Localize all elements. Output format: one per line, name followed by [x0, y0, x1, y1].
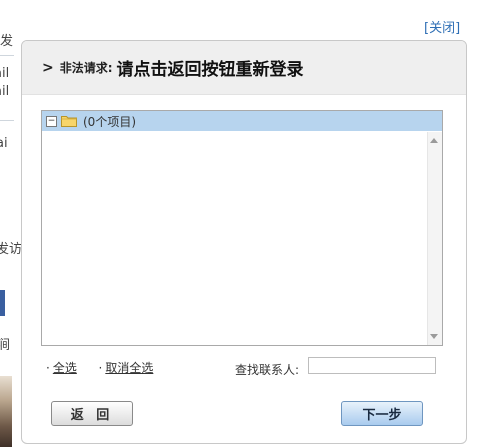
background-text-fragment: 涧 — [0, 338, 11, 353]
dialog-header: > 非法请求: 请点击返回按钮重新登录 — [22, 41, 466, 95]
search-contact-input[interactable] — [308, 357, 436, 374]
bullet-icon: · — [46, 361, 50, 375]
selection-links: · 全选 · 取消全选 — [46, 359, 153, 376]
collapse-icon[interactable]: − — [46, 115, 57, 127]
close-link[interactable]: [关闭] — [424, 17, 460, 36]
deselect-all-link[interactable]: 取消全选 — [105, 361, 153, 375]
request-message: 请点击返回按钮重新登录 — [116, 60, 304, 80]
chevron-right-icon: > — [42, 59, 54, 76]
folder-icon — [61, 116, 77, 127]
background-text-fragment: ail — [0, 66, 10, 81]
contact-tree[interactable]: − (0个项目) — [41, 110, 443, 346]
tree-root-row[interactable]: − (0个项目) — [42, 111, 442, 131]
background-divider — [0, 55, 14, 56]
select-all-link[interactable]: 全选 — [53, 361, 77, 375]
search-contact-label: 查找联系人: — [235, 363, 300, 377]
contact-picker-dialog: > 非法请求: 请点击返回按钮重新登录 − (0个项目) · 全选 · 取消全选 查… — [21, 40, 467, 444]
scroll-up-arrow-icon[interactable] — [430, 138, 438, 143]
background-text-fragment: 发 — [0, 34, 14, 49]
background-text-fragment: 发访 — [0, 242, 23, 257]
back-button[interactable]: 返 回 — [51, 401, 133, 426]
next-step-button[interactable]: 下一步 — [341, 401, 423, 426]
background-text-fragment: ai — [0, 136, 8, 151]
tree-scrollbar[interactable] — [427, 132, 442, 345]
background-blue-block — [0, 290, 5, 316]
tree-root-label: (0个项目) — [83, 114, 136, 129]
background-text-fragment: ail — [0, 84, 10, 99]
scroll-down-arrow-icon[interactable] — [430, 334, 438, 339]
background-photo — [0, 376, 12, 447]
background-divider — [0, 120, 14, 121]
bullet-icon: · — [98, 361, 103, 375]
request-label: 非法请求: — [59, 61, 113, 75]
